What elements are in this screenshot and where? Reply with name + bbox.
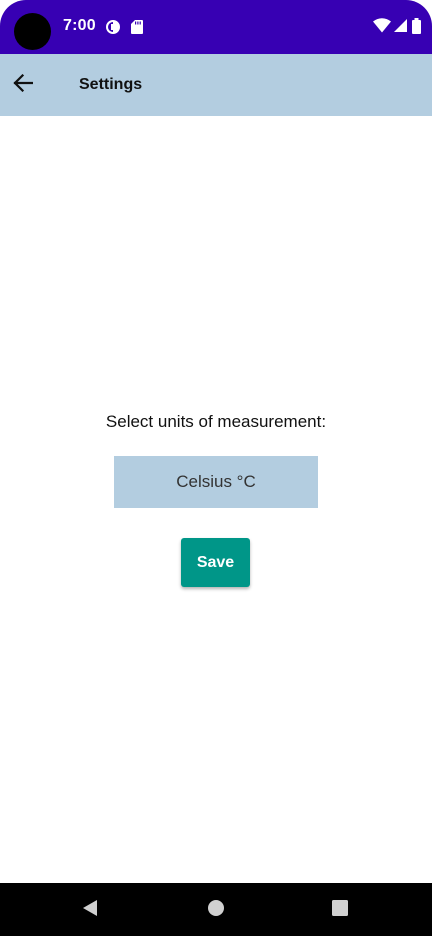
nav-recents-icon [331,899,349,922]
status-bar: 7:00 [0,0,432,54]
sd-card-icon [131,20,145,34]
units-prompt-label: Select units of measurement: [105,412,327,431]
nav-back-button[interactable] [80,899,100,922]
cell-signal-icon [393,18,407,34]
app-bar: Settings [0,54,432,116]
unit-selector[interactable]: Celsius °C [114,456,318,508]
camera-cutout [14,13,51,50]
nav-home-button[interactable] [206,899,226,922]
page-title: Settings [79,76,143,93]
data-saver-icon [106,20,120,34]
save-button[interactable]: Save [181,538,250,587]
battery-icon [412,18,421,34]
status-time: 7:00 [63,17,96,34]
navigation-bar [0,883,432,936]
back-button[interactable] [2,64,44,106]
nav-home-icon [207,899,225,922]
arrow-back-icon [13,73,34,97]
nav-back-icon [81,899,99,922]
selected-unit-text: Celsius °C [176,472,256,491]
nav-recents-button[interactable] [330,899,350,922]
wifi-icon [373,18,391,34]
